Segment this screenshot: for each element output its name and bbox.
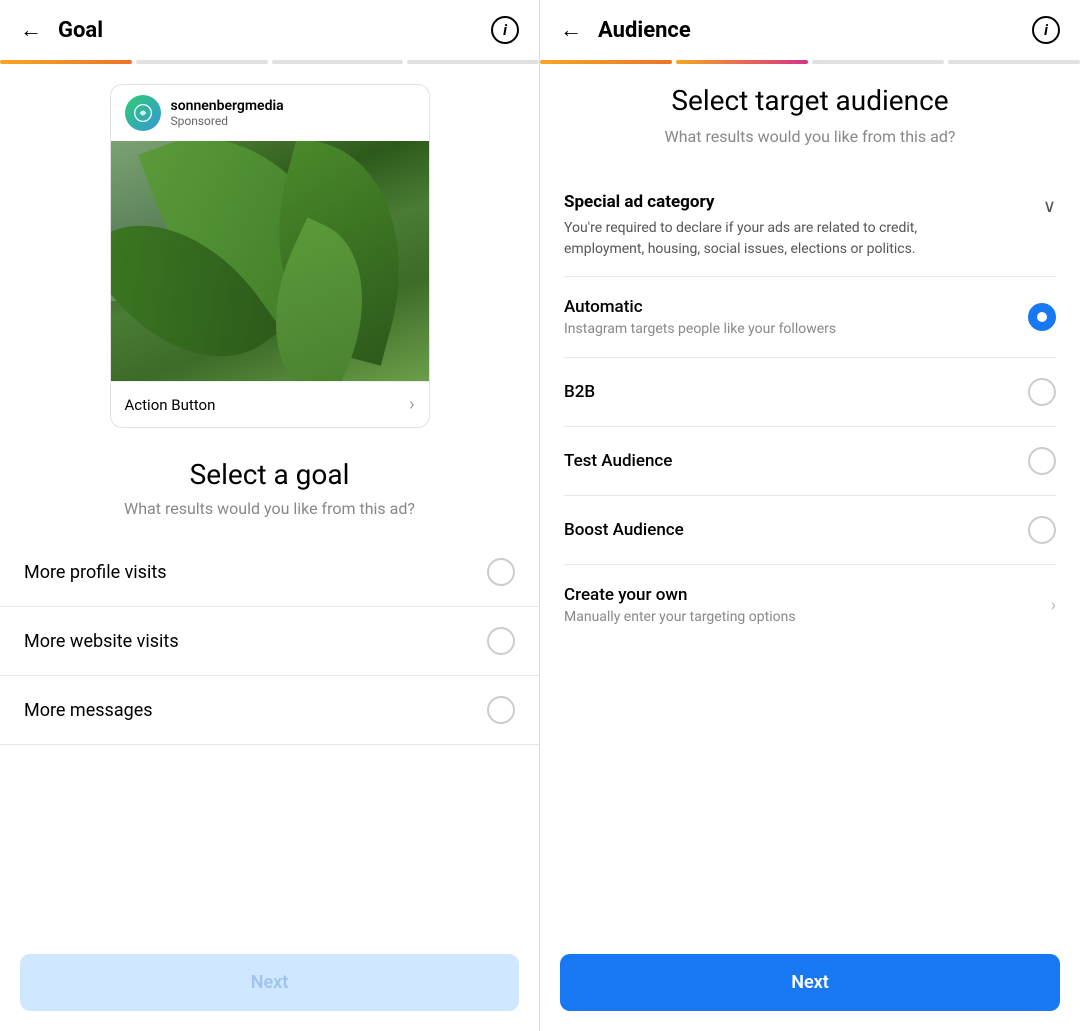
create-own-subtitle: Manually enter your targeting options [564,609,796,625]
goal-option-radio-profile[interactable] [487,558,515,586]
audience-radio-b2b[interactable] [1028,378,1056,406]
avatar [125,95,161,131]
ad-image [111,141,429,381]
select-audience-subtitle: What results would you like from this ad… [564,127,1056,146]
right-panel-title: Audience [598,18,1032,43]
left-panel: ← Goal i sonnenbergmedia Sponso [0,0,540,1031]
ad-preview-header: sonnenbergmedia Sponsored [111,85,429,141]
ad-account-info: sonnenbergmedia Sponsored [171,98,284,128]
select-goal-subtitle: What results would you like from this ad… [0,499,539,518]
right-next-button[interactable]: Next [560,954,1060,1011]
audience-option-b2b-content: B2B [564,382,595,402]
audience-option-automatic-sublabel: Instagram targets people like your follo… [564,321,836,337]
audience-option-b2b-label: B2B [564,382,595,402]
right-panel: ← Audience i Select target audience What… [540,0,1080,1031]
special-category-description: You're required to declare if your ads a… [564,218,984,260]
goal-option-website-visits[interactable]: More website visits [0,607,539,676]
right-header: ← Audience i [540,0,1080,60]
ad-action-label: Action Button [125,396,216,414]
right-back-button[interactable]: ← [560,17,582,43]
audience-option-test[interactable]: Test Audience [564,427,1056,496]
audience-radio-test[interactable] [1028,447,1056,475]
goal-option-messages[interactable]: More messages [0,676,539,745]
goal-option-profile-visits[interactable]: More profile visits [0,538,539,607]
audience-option-boost-content: Boost Audience [564,520,684,540]
audience-option-b2b[interactable]: B2B [564,358,1056,427]
goal-option-label-messages: More messages [24,700,153,721]
ad-action-chevron-icon: › [409,394,414,415]
create-your-own-option[interactable]: Create your own Manually enter your targ… [564,565,1056,645]
goal-option-radio-website[interactable] [487,627,515,655]
audience-option-test-label: Test Audience [564,451,672,471]
audience-radio-automatic[interactable] [1028,303,1056,331]
create-own-title: Create your own [564,585,796,605]
audience-option-boost[interactable]: Boost Audience [564,496,1056,565]
select-goal-title: Select a goal [0,458,539,491]
ad-sponsored-label: Sponsored [171,114,284,128]
left-header: ← Goal i [0,0,539,60]
ad-preview-card: sonnenbergmedia Sponsored Action Button … [110,84,430,428]
special-ad-category[interactable]: Special ad category You're required to d… [564,176,1056,277]
left-body: sonnenbergmedia Sponsored Action Button … [0,64,539,1031]
right-content: Select target audience What results woul… [540,64,1080,938]
audience-option-boost-label: Boost Audience [564,520,684,540]
audience-option-automatic-label: Automatic [564,297,836,317]
goal-option-radio-messages[interactable] [487,696,515,724]
left-panel-title: Goal [58,18,491,43]
create-own-content: Create your own Manually enter your targ… [564,585,796,625]
audience-radio-boost[interactable] [1028,516,1056,544]
create-own-chevron-icon: › [1051,595,1056,616]
audience-option-test-content: Test Audience [564,451,672,471]
goal-option-label-profile: More profile visits [24,562,167,583]
audience-option-automatic[interactable]: Automatic Instagram targets people like … [564,277,1056,358]
right-info-icon[interactable]: i [1032,16,1060,44]
ad-action-row[interactable]: Action Button › [111,381,429,427]
left-info-icon[interactable]: i [491,16,519,44]
left-next-button[interactable]: Next [20,954,519,1011]
special-category-chevron-icon: ∨ [1043,196,1056,217]
special-category-content: Special ad category You're required to d… [564,192,984,260]
goal-option-label-website: More website visits [24,631,179,652]
special-category-title: Special ad category [564,192,984,212]
select-audience-title: Select target audience [564,84,1056,117]
ad-account-name: sonnenbergmedia [171,98,284,114]
left-back-button[interactable]: ← [20,17,42,43]
audience-option-automatic-content: Automatic Instagram targets people like … [564,297,836,337]
